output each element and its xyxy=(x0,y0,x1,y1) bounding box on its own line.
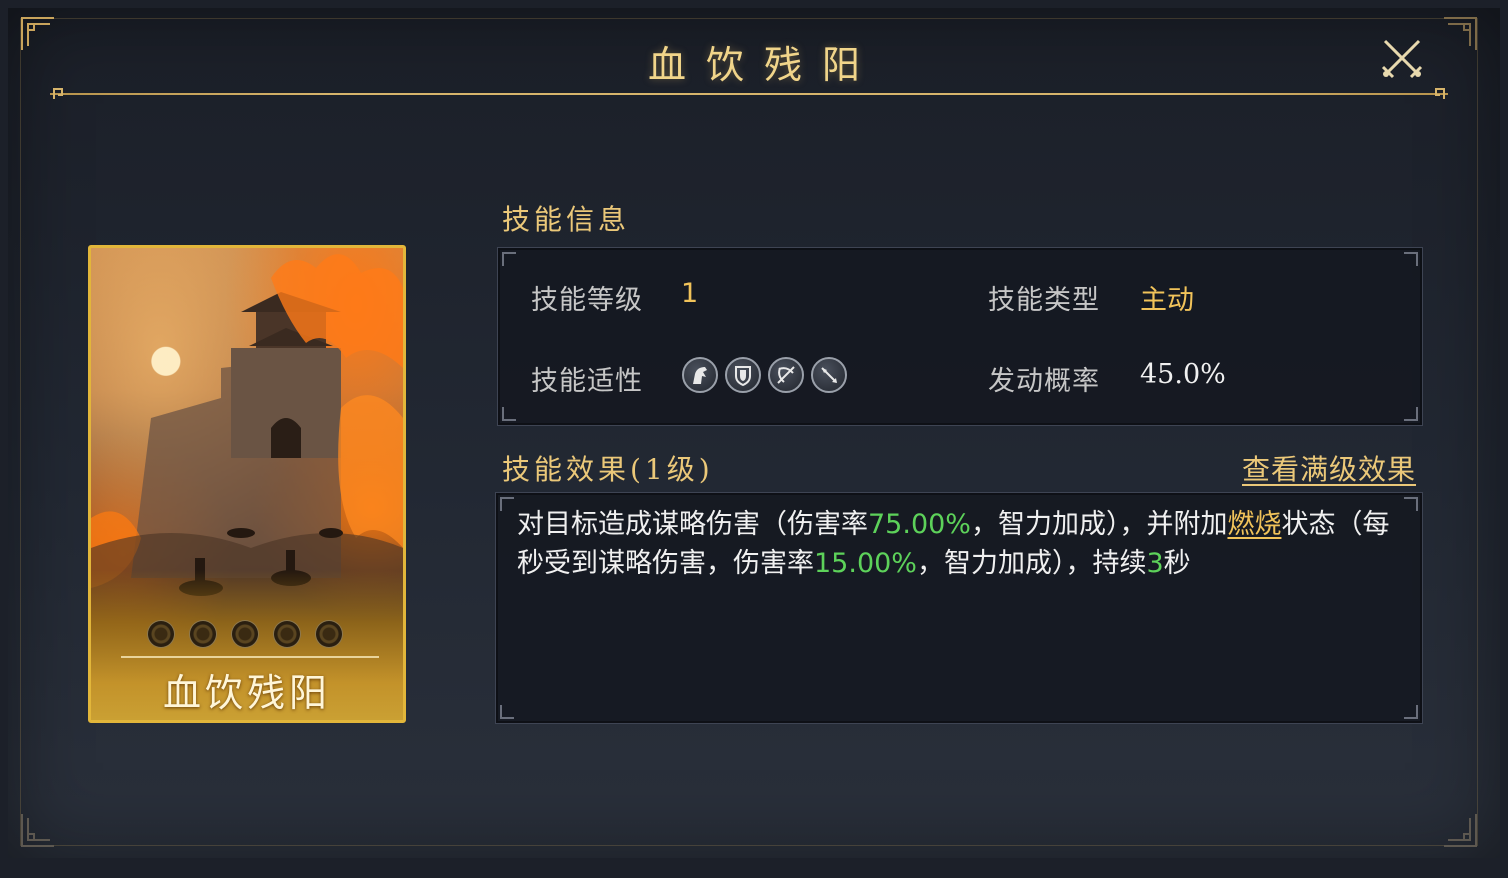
skill-type-value: 主动 xyxy=(1140,285,1194,316)
skill-card: 血饮残阳 xyxy=(88,245,406,723)
box-corner xyxy=(500,705,514,719)
skill-effect-description: 对目标造成谋略伤害（伤害率75.00%，智力加成），并附加燃烧状态（每秒受到谋略… xyxy=(517,505,1397,583)
crossed-swords-close-icon xyxy=(1381,39,1423,79)
view-max-level-effect-link[interactable]: 查看满级效果 xyxy=(1242,448,1416,488)
activation-chance-value: 45.0% xyxy=(1140,359,1226,390)
shield-icon[interactable] xyxy=(725,357,761,393)
skill-level-label: 技能等级 xyxy=(531,285,643,316)
effect-text: ，智力加成），持续 xyxy=(916,548,1147,579)
box-corner xyxy=(502,407,516,421)
effect-text: 对目标造成谋略伤害（伤害率 xyxy=(517,509,868,540)
card-star-slots xyxy=(147,620,347,650)
skill-level-value: 1 xyxy=(681,278,699,309)
skill-aptitude-icons xyxy=(682,357,847,393)
star-slot xyxy=(315,620,343,648)
corner-ornament-bottom-right xyxy=(1442,812,1478,848)
box-corner xyxy=(502,252,516,266)
skill-aptitude-label: 技能适性 xyxy=(531,366,643,397)
bow-icon[interactable] xyxy=(768,357,804,393)
star-slot xyxy=(147,620,175,648)
close-button[interactable] xyxy=(1378,34,1426,82)
duration-value: 3 xyxy=(1146,548,1164,579)
corner-ornament-bottom-left xyxy=(20,812,56,848)
box-corner xyxy=(500,497,514,511)
burn-damage-rate-value: 15.00% xyxy=(814,548,917,579)
box-corner xyxy=(1404,252,1418,266)
divider-ornament-right xyxy=(1426,86,1446,100)
dialog-title: 血饮残阳 xyxy=(647,43,880,87)
skill-effect-heading: 技能效果(1级) xyxy=(502,453,714,486)
star-slot xyxy=(189,620,217,648)
box-corner xyxy=(1404,497,1418,511)
star-slot xyxy=(231,620,259,648)
spear-icon[interactable] xyxy=(811,357,847,393)
box-corner xyxy=(1404,407,1418,421)
divider-ornament-left xyxy=(52,86,72,100)
skill-info-heading: 技能信息 xyxy=(502,203,631,236)
effect-text: 秒 xyxy=(1163,548,1191,579)
skill-info-box xyxy=(497,247,1423,426)
card-skill-name: 血饮残阳 xyxy=(162,671,331,715)
title-divider xyxy=(50,93,1448,95)
activation-chance-label: 发动概率 xyxy=(988,366,1100,397)
skill-type-label: 技能类型 xyxy=(988,285,1100,316)
star-slot xyxy=(273,620,301,648)
card-name-divider xyxy=(121,656,379,658)
cavalry-icon[interactable] xyxy=(682,357,718,393)
box-corner xyxy=(1404,705,1418,719)
damage-rate-value: 75.00% xyxy=(868,509,971,540)
effect-text: ，智力加成），并附加 xyxy=(970,509,1228,540)
burn-status-link[interactable]: 燃烧 xyxy=(1227,509,1281,540)
